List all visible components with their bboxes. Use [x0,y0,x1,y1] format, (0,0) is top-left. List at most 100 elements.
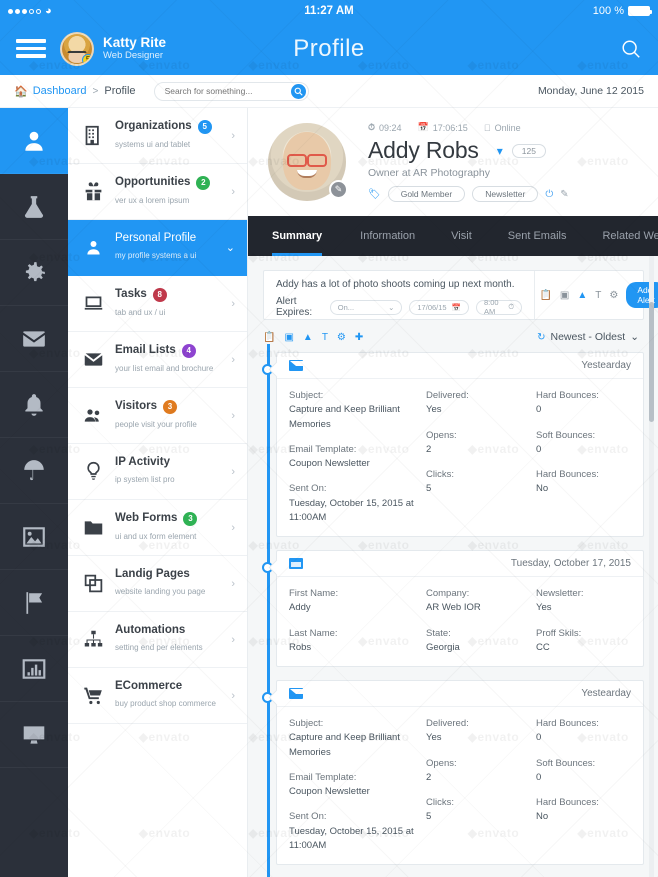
menu-item-tasks[interactable]: Tasks 8 tab and ux / ui › [68,276,247,332]
alert-date-input[interactable]: 17/06/15 📅 [409,299,469,315]
menu-item-web-forms[interactable]: Web Forms 3 ui and ux form element › [68,500,247,556]
menu-item-organizations[interactable]: Organizations 5 systems ui and tablet › [68,108,247,164]
breadcrumb-root[interactable]: Dashboard [33,85,87,97]
profile-name-line: Addy Robs chevron-down-icon ▾ 125 [368,137,569,164]
copy-icon[interactable]: 📋 [539,290,551,301]
user-badge: 5 [82,53,92,64]
warning-icon[interactable]: ▲ [577,290,587,301]
rail-item-lab[interactable] [0,174,68,240]
card-field: First Name: Addy [289,587,426,616]
menu-item-label: IP Activity [115,455,170,468]
card-field-value: 5 [426,811,432,823]
card-field-label: Delivered: [426,390,469,401]
card-field-value: 0 [536,732,542,744]
alert-expires-row: Alert Expires: On... ⌄ 17/06/15 📅 8:00 A… [276,296,523,318]
menu-item-opportunities[interactable]: Opportunities 2 ver ux a lorem ipsum › [68,164,247,220]
cart-icon [82,685,104,707]
card-field-value: CC [536,641,550,653]
text-icon[interactable]: T [595,290,601,301]
copy-icon[interactable]: 📋 [263,332,275,343]
rail-item-notifications[interactable] [0,372,68,438]
breadcrumb-current: Profile [104,85,136,97]
power-icon[interactable]: ⏻ [545,189,553,200]
profile-tag-gold-member[interactable]: Gold Member [387,186,466,202]
calendar-icon: 📅 [417,122,429,132]
profile-tag-newsletter[interactable]: Newsletter [472,186,539,202]
menu-item-label: Personal Profile [115,231,197,244]
hamburger-icon[interactable] [16,39,46,58]
menu-item-ip-activity[interactable]: IP Activity ip system list pro › [68,444,247,500]
chevron-down-glyph[interactable]: ▾ [497,144,503,158]
menu-item-visitors[interactable]: Visitors 3 people visit your profile › [68,388,247,444]
sort-selector[interactable]: ↻ Newest - Oldest ⌄ [537,331,639,343]
menu-item-label: Opportunities [115,175,191,188]
warning-icon[interactable]: ▲ [303,332,313,343]
card-field: Hard Bounces: No [536,468,631,497]
tab-summary[interactable]: Summary [272,216,342,256]
menu-item-sub: website landing you page [115,587,206,597]
calendar-icon: 📅 [451,302,461,312]
card-field-label: Sent On: [289,483,327,495]
tab-sent-emails[interactable]: Sent Emails [490,216,585,256]
monitor-icon [23,725,45,744]
app-header: 5 Katty Rite Web Designer Profile [0,22,658,75]
menu-item-ecommerce[interactable]: ECommerce buy product shop commerce › [68,668,247,724]
profile-avatar[interactable]: ✎ [268,123,348,201]
crop-icon[interactable]: ▣ [284,332,293,343]
menu-item-sub: people visit your profile [115,419,197,429]
mail-icon [289,360,314,371]
rail-item-reports[interactable] [0,636,68,702]
tab-related-web-activity[interactable]: Related Web Activity [584,216,658,256]
building-icon [82,125,104,147]
gear-icon[interactable]: ⚙ [337,332,346,343]
menu-item-landig-pages[interactable]: Landig Pages website landing you page › [68,556,247,612]
card-field-label: Subject: [289,718,324,729]
gear-icon [25,261,45,281]
scrollbar-thumb[interactable] [649,302,654,422]
chevron-right-icon: › [231,633,235,646]
tab-visit[interactable]: Visit [433,216,490,256]
search-field-wrapper[interactable] [153,81,309,101]
rail-item-media[interactable] [0,504,68,570]
tab-information[interactable]: Information [342,216,433,256]
gift-icon [82,181,104,203]
battery-percent: 100 % [592,5,624,17]
rail-item-umbrella[interactable] [0,438,68,504]
avatar[interactable]: 5 [60,31,94,66]
card-field-value: Capture and Keep Brilliant Memories [289,404,400,430]
timeline-card[interactable]: Yestearday Subject: Capture and Keep Brill… [276,680,644,865]
timeline-card[interactable]: Yestearday Subject: Capture and Keep Brill… [276,352,644,537]
menu-item-label: Web Forms [115,511,178,524]
gear-icon[interactable]: ⚙ [609,290,618,301]
edit-icon[interactable]: ✎ [560,189,568,200]
menu-item-label: Organizations [115,119,192,132]
tag-icon: 🏷 [368,188,381,200]
card-field: Email Template: Coupon Newsletter [289,771,426,800]
pencil-icon[interactable]: ✎ [329,180,348,199]
search-submit-icon[interactable] [290,83,306,99]
alert-time-input[interactable]: 8:00 AM ⏱ [475,298,523,316]
plus-icon[interactable]: ✚ [355,332,363,343]
summary-scroll-area[interactable]: Addy has a lot of photo shoots coming up… [248,256,658,877]
menu-item-badge: 4 [181,343,196,358]
search-icon[interactable] [620,38,642,60]
search-input[interactable] [164,86,291,96]
rail-item-user[interactable] [0,108,68,174]
rail-item-monitor[interactable] [0,702,68,768]
card-field: Hard Bounces: 0 [536,389,631,418]
chevron-right-icon: › [231,297,235,310]
menu-item-email-lists[interactable]: Email Lists 4 your list email and brochure… [68,332,247,388]
timeline-card-header: Yestearday [277,681,643,707]
alert-expires-select[interactable]: On... ⌄ [329,299,403,315]
rail-item-flag[interactable] [0,570,68,636]
header-user[interactable]: 5 Katty Rite Web Designer [60,31,166,66]
home-icon[interactable]: 🏠 [14,85,28,98]
menu-item-automations[interactable]: Automations setting end per elements › [68,612,247,668]
rail-item-mail[interactable] [0,306,68,372]
timeline-item: Yestearday Subject: Capture and Keep Brill… [262,680,644,865]
crop-icon[interactable]: ▣ [560,290,569,301]
menu-item-personal-profile[interactable]: Personal Profile my profile systems a ui ⌄ [68,220,247,276]
timeline-card[interactable]: Tuesday, October 17, 2015 First Name: Addy… [276,550,644,667]
rail-item-settings[interactable] [0,240,68,306]
text-icon[interactable]: T [322,332,328,343]
